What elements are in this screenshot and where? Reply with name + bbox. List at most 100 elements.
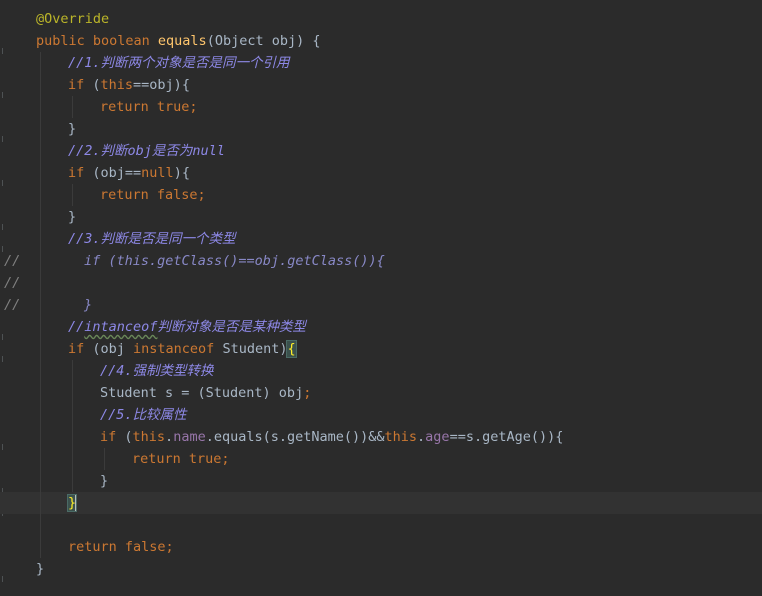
code-text[interactable]: return false;: [68, 536, 174, 558]
line-comment-marker: //: [4, 275, 21, 291]
code-editor[interactable]: @Override public boolean equals(Object ob…: [0, 0, 762, 596]
code-token: return false;: [68, 539, 174, 555]
code-token: }: [68, 209, 77, 225]
code-token: public boolean: [36, 33, 158, 49]
code-line[interactable]: //3.判断是否是同一个类型: [0, 228, 762, 250]
code-line[interactable]: [0, 514, 762, 536]
indent-guide: [40, 514, 41, 536]
code-token: ==s.getAge()){: [449, 429, 564, 445]
code-token: 判断对象是否是某种类型: [157, 319, 306, 335]
code-line[interactable]: return true;: [0, 96, 762, 118]
indent-guide: [40, 184, 41, 206]
code-token: .equals(s.getName())&&: [205, 429, 385, 445]
indent-guide: [40, 228, 41, 250]
indent-guide: [40, 52, 41, 74]
code-line[interactable]: }: [0, 118, 762, 140]
code-line[interactable]: @Override: [0, 8, 762, 30]
code-line[interactable]: return false;: [0, 184, 762, 206]
code-token: //: [68, 319, 85, 335]
code-token: intanceof: [84, 319, 158, 335]
code-token: equals: [157, 33, 207, 49]
code-text[interactable]: if (obj instanceof Student){: [68, 338, 297, 360]
line-comment-marker: //: [4, 297, 21, 313]
code-text[interactable]: if (obj==null){: [68, 162, 190, 184]
indent-guide: [72, 360, 73, 382]
code-line[interactable]: //5.比较属性: [0, 404, 762, 426]
code-text[interactable]: }: [84, 294, 92, 316]
code-text[interactable]: if (this.getClass()==obj.getClass()){: [84, 250, 385, 272]
code-line[interactable]: public boolean equals(Object obj) {: [0, 30, 762, 52]
code-text[interactable]: if (this==obj){: [68, 74, 190, 96]
indent-guide: [40, 96, 41, 118]
indent-guide: [40, 448, 41, 470]
code-token: if: [100, 429, 125, 445]
code-token: this: [384, 429, 418, 445]
indent-guide: [40, 294, 41, 316]
code-text[interactable]: //1.判断两个对象是否是同一个引用: [68, 52, 290, 74]
code-line[interactable]: // if (this.getClass()==obj.getClass()){: [0, 250, 762, 272]
code-line[interactable]: //1.判断两个对象是否是同一个引用: [0, 52, 762, 74]
code-text[interactable]: }: [36, 558, 44, 580]
code-token: //1.判断两个对象是否是同一个引用: [68, 55, 290, 71]
code-line[interactable]: return false;: [0, 536, 762, 558]
code-line[interactable]: if (obj==null){: [0, 162, 762, 184]
code-line[interactable]: if (this.name.equals(s.getName())&&this.…: [0, 426, 762, 448]
code-text[interactable]: return true;: [132, 448, 230, 470]
code-token: return false;: [100, 187, 206, 203]
code-text[interactable]: }: [68, 206, 76, 228]
indent-guide: [40, 536, 41, 558]
code-text[interactable]: Student s = (Student) obj;: [100, 382, 311, 404]
indent-guide: [40, 162, 41, 184]
code-line[interactable]: }: [0, 470, 762, 492]
code-token: if: [68, 165, 93, 181]
code-text[interactable]: }: [100, 470, 108, 492]
code-line[interactable]: if (this==obj){: [0, 74, 762, 96]
code-text[interactable]: return true;: [100, 96, 198, 118]
code-text[interactable]: //5.比较属性: [100, 404, 187, 426]
line-comment-marker: //: [4, 253, 21, 269]
indent-guide: [40, 360, 41, 382]
code-text[interactable]: if (this.name.equals(s.getName())&&this.…: [100, 426, 563, 448]
code-token: }: [100, 473, 109, 489]
code-line[interactable]: }: [0, 492, 762, 514]
indent-guide: [40, 404, 41, 426]
indent-guide: [40, 272, 41, 294]
code-token: (Object obj) {: [206, 33, 321, 49]
code-token: }: [36, 561, 45, 577]
code-token: {: [286, 340, 297, 358]
indent-guide: [40, 470, 41, 492]
indent-guide: [40, 140, 41, 162]
code-line[interactable]: //}: [0, 294, 762, 316]
indent-guide: [40, 338, 41, 360]
code-text[interactable]: //3.判断是否是同一个类型: [68, 228, 236, 250]
code-text[interactable]: return false;: [100, 184, 206, 206]
code-line[interactable]: //intanceof判断对象是否是某种类型: [0, 316, 762, 338]
code-text[interactable]: }: [66, 492, 78, 514]
code-token: .: [165, 429, 174, 445]
code-text[interactable]: //2.判断obj是否为null: [68, 140, 225, 162]
indent-guide: [72, 448, 73, 470]
code-line[interactable]: }: [0, 206, 762, 228]
code-token: Student): [222, 341, 288, 357]
code-line[interactable]: }: [0, 558, 762, 580]
code-line[interactable]: if (obj instanceof Student){: [0, 338, 762, 360]
code-text[interactable]: //intanceof判断对象是否是某种类型: [68, 316, 306, 338]
code-line[interactable]: //: [0, 272, 762, 294]
code-text[interactable]: //4.强制类型转换: [100, 360, 214, 382]
code-text[interactable]: public boolean equals(Object obj) {: [36, 30, 321, 52]
code-token: ){: [173, 165, 190, 181]
code-text[interactable]: }: [68, 118, 76, 140]
code-line[interactable]: //4.强制类型转换: [0, 360, 762, 382]
code-text[interactable]: @Override: [36, 8, 109, 30]
code-token: return true;: [100, 99, 198, 115]
code-line[interactable]: Student s = (Student) obj;: [0, 382, 762, 404]
code-token: (: [92, 77, 101, 93]
code-token: .: [417, 429, 426, 445]
text-cursor: [75, 495, 77, 511]
code-token: (obj==: [92, 165, 142, 181]
code-token: if: [68, 77, 93, 93]
code-line[interactable]: //2.判断obj是否为null: [0, 140, 762, 162]
code-line[interactable]: return true;: [0, 448, 762, 470]
indent-guide: [72, 426, 73, 448]
indent-guide: [72, 470, 73, 492]
